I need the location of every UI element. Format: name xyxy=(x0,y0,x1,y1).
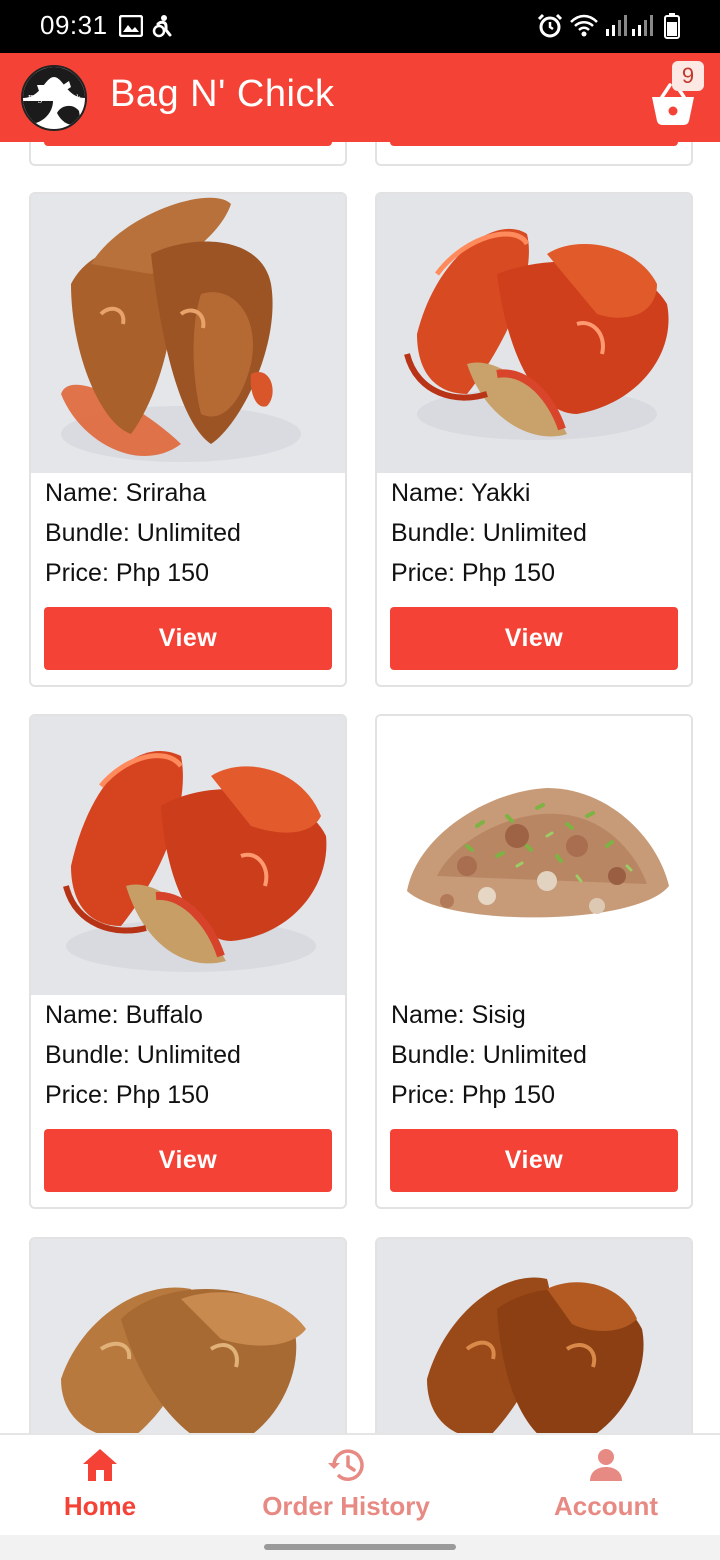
product-image-bbq-wings xyxy=(377,1239,691,1433)
product-price: Price: Php 150 xyxy=(391,559,555,587)
product-image-fried-wings xyxy=(31,1239,345,1433)
nav-account[interactable]: Account xyxy=(510,1435,702,1535)
signal-icon xyxy=(604,12,628,40)
view-button[interactable]: View xyxy=(44,607,332,670)
product-grid[interactable]: Name: Sriraha Bundle: Unlimited Price: P… xyxy=(0,142,720,1433)
cart-count-badge: 9 xyxy=(672,61,704,91)
signal-icon xyxy=(630,12,654,40)
view-button[interactable]: View xyxy=(390,607,678,670)
status-bar: 09:31 xyxy=(0,0,720,53)
app-screen: 09:31 Bag N' Chick Bag N' Chick 9 Name: … xyxy=(0,0,720,1560)
brand-logo: Bag N' Chick xyxy=(21,65,87,131)
product-price: Price: Php 150 xyxy=(391,1081,555,1109)
account-icon xyxy=(590,1449,622,1481)
product-card[interactable]: Name: Buffalo Bundle: Unlimited Price: P… xyxy=(29,714,347,1209)
product-card[interactable] xyxy=(375,1237,693,1433)
nav-label-order-history: Order History xyxy=(262,1491,430,1521)
product-name: Name: Yakki xyxy=(391,479,531,507)
gesture-bar xyxy=(0,1535,720,1560)
product-bundle: Bundle: Unlimited xyxy=(391,1041,587,1069)
history-icon xyxy=(328,1449,364,1481)
product-name: Name: Sriraha xyxy=(45,479,207,507)
product-card[interactable]: Name: Yakki Bundle: Unlimited Price: Php… xyxy=(375,192,693,687)
product-price: Price: Php 150 xyxy=(45,559,209,587)
nav-home[interactable]: Home xyxy=(0,1435,200,1535)
product-bundle: Bundle: Unlimited xyxy=(45,1041,241,1069)
nav-order-history[interactable]: Order History xyxy=(226,1435,466,1535)
app-bar: Bag N' Chick Bag N' Chick 9 xyxy=(0,53,720,142)
svg-text:Bag N' Chick: Bag N' Chick xyxy=(26,94,80,103)
home-icon xyxy=(83,1449,117,1481)
product-image-sriracha-wings xyxy=(31,194,345,473)
battery-icon xyxy=(662,12,682,40)
product-card[interactable] xyxy=(29,1237,347,1433)
product-card-partial xyxy=(375,142,693,166)
product-price: Price: Php 150 xyxy=(45,1081,209,1109)
image-icon xyxy=(118,12,144,40)
product-image-buffalo-wings xyxy=(31,716,345,995)
product-bundle: Bundle: Unlimited xyxy=(45,519,241,547)
product-card[interactable]: Name: Sriraha Bundle: Unlimited Price: P… xyxy=(29,192,347,687)
bottom-navigation: Home Order History Account xyxy=(0,1433,720,1535)
product-image-sisig xyxy=(377,716,691,995)
app-title: Bag N' Chick xyxy=(110,73,335,115)
view-button[interactable]: View xyxy=(44,1129,332,1192)
alarm-icon xyxy=(536,12,564,40)
product-name: Name: Buffalo xyxy=(45,1001,203,1029)
view-button[interactable]: View xyxy=(390,1129,678,1192)
view-button-partial[interactable] xyxy=(44,142,332,146)
wifi-icon xyxy=(568,12,600,40)
product-card-partial xyxy=(29,142,347,166)
nav-label-home: Home xyxy=(63,1491,137,1521)
product-bundle: Bundle: Unlimited xyxy=(391,519,587,547)
nav-label-account: Account xyxy=(554,1491,658,1521)
gesture-handle[interactable] xyxy=(264,1544,456,1550)
product-card[interactable]: Name: Sisig Bundle: Unlimited Price: Php… xyxy=(375,714,693,1209)
status-time: 09:31 xyxy=(40,10,108,40)
view-button-partial[interactable] xyxy=(390,142,678,146)
product-name: Name: Sisig xyxy=(391,1001,526,1029)
product-image-glazed-wings xyxy=(377,194,691,473)
accessibility-icon xyxy=(150,12,174,40)
